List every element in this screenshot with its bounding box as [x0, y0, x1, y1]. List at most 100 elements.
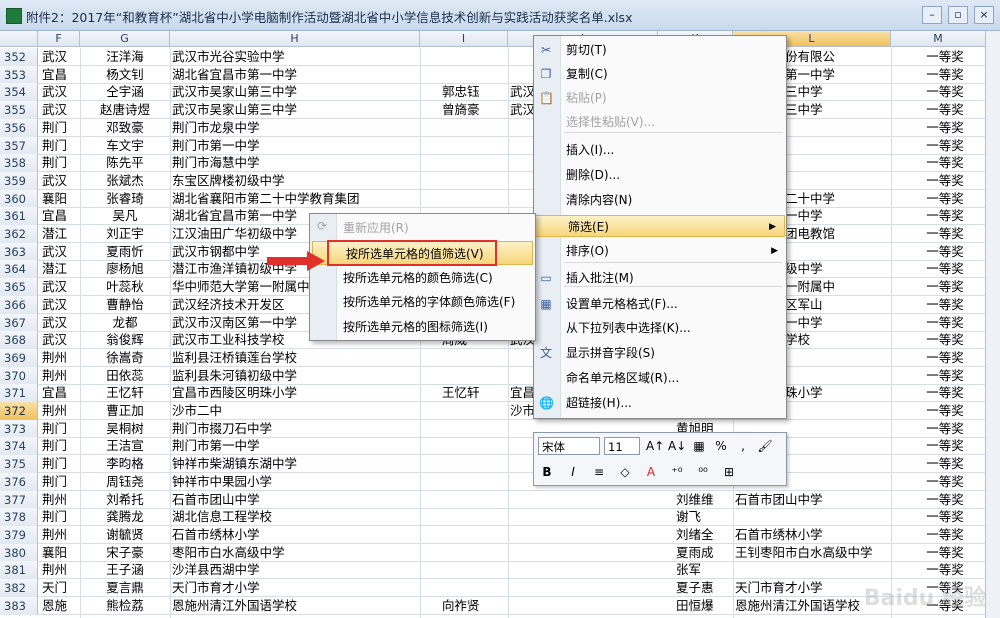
- row-header[interactable]: 369: [0, 348, 38, 367]
- cell-G[interactable]: 夏雨忻: [80, 243, 170, 261]
- cell-H[interactable]: 湖北省襄阳市第二十中学教育集团: [172, 190, 420, 208]
- row-header[interactable]: 355: [0, 101, 38, 120]
- column-header-F[interactable]: F: [38, 31, 80, 47]
- cell-G[interactable]: 宋子豪: [80, 544, 170, 562]
- cell-G[interactable]: 刘正宇: [80, 225, 170, 243]
- cell-J[interactable]: [510, 544, 658, 562]
- cell-H[interactable]: 武汉市吴家山第三中学: [172, 83, 420, 101]
- cell-K[interactable]: 田恒爆: [676, 597, 733, 615]
- cell-M[interactable]: 一等奖: [905, 491, 985, 509]
- cell-G[interactable]: 吴桐树: [80, 420, 170, 438]
- cell-H[interactable]: 监利县汪桥镇莲台学校: [172, 349, 420, 367]
- cell-F[interactable]: 武汉: [42, 296, 80, 314]
- mini-toolbar-button[interactable]: ≡: [590, 463, 608, 481]
- row-header[interactable]: 370: [0, 366, 38, 385]
- mini-toolbar-button[interactable]: A↑: [646, 437, 664, 455]
- cell-J[interactable]: [510, 579, 658, 597]
- cell-G[interactable]: 陈先平: [80, 154, 170, 172]
- row-header[interactable]: 375: [0, 455, 38, 474]
- filter-option-4[interactable]: 按所选单元格的图标筛选(I): [310, 315, 535, 339]
- cell-H[interactable]: 沙市二中: [172, 402, 420, 420]
- cell-I[interactable]: [442, 137, 508, 155]
- cell-M[interactable]: 一等奖: [905, 190, 985, 208]
- cell-M[interactable]: 一等奖: [905, 119, 985, 137]
- cell-I[interactable]: [442, 579, 508, 597]
- cell-K[interactable]: 张军: [676, 561, 733, 579]
- cell-M[interactable]: 一等奖: [905, 137, 985, 155]
- row-header[interactable]: 373: [0, 419, 38, 438]
- menu-item-14[interactable]: 🌐 超链接(H)...: [534, 392, 786, 414]
- cell-M[interactable]: 一等奖: [905, 455, 985, 473]
- cell-G[interactable]: 曹静怡: [80, 296, 170, 314]
- cell-M[interactable]: 一等奖: [905, 225, 985, 243]
- cell-G[interactable]: 周钰尧: [80, 473, 170, 491]
- cell-G[interactable]: 邓致豪: [80, 119, 170, 137]
- cell-F[interactable]: 武汉: [42, 172, 80, 190]
- mini-toolbar-button[interactable]: ⁰⁰: [694, 463, 712, 481]
- cell-H[interactable]: 荆门市龙泉中学: [172, 119, 420, 137]
- row-header[interactable]: 380: [0, 543, 38, 562]
- row-header[interactable]: 366: [0, 295, 38, 314]
- row-header[interactable]: 364: [0, 260, 38, 279]
- cell-I[interactable]: [442, 473, 508, 491]
- cell-I[interactable]: [442, 119, 508, 137]
- column-header-I[interactable]: I: [420, 31, 508, 47]
- cell-M[interactable]: 一等奖: [905, 296, 985, 314]
- cell-M[interactable]: 一等奖: [905, 420, 985, 438]
- cell-F[interactable]: 荆门: [42, 137, 80, 155]
- vertical-scrollbar[interactable]: [985, 31, 1000, 618]
- menu-item-6[interactable]: 清除内容(N): [534, 189, 786, 211]
- cell-F[interactable]: 武汉: [42, 48, 80, 66]
- mini-toolbar-button[interactable]: ▦: [690, 437, 708, 455]
- menu-item-0[interactable]: ✂ 剪切(T): [534, 39, 786, 61]
- cell-H[interactable]: 石首市绣林小学: [172, 526, 420, 544]
- menu-item-11[interactable]: 从下拉列表中选择(K)...: [534, 317, 786, 339]
- cell-I[interactable]: [442, 154, 508, 172]
- cell-I[interactable]: [442, 48, 508, 66]
- mini-toolbar-button[interactable]: I: [564, 463, 582, 481]
- menu-item-12[interactable]: 文显示拼音字段(S): [534, 342, 786, 364]
- cell-G[interactable]: 田依蕊: [80, 367, 170, 385]
- mini-toolbar-button[interactable]: ◇: [616, 463, 634, 481]
- cell-G[interactable]: 吴凡: [80, 207, 170, 225]
- row-header[interactable]: 363: [0, 242, 38, 261]
- restore-button[interactable]: ▫: [948, 6, 968, 24]
- cell-I[interactable]: [442, 190, 508, 208]
- cell-F[interactable]: 荆门: [42, 420, 80, 438]
- mini-toolbar-button[interactable]: ⊞: [720, 463, 738, 481]
- row-header[interactable]: 377: [0, 490, 38, 509]
- row-header[interactable]: 378: [0, 508, 38, 527]
- mini-toolbar-button[interactable]: A: [642, 463, 660, 481]
- cell-H[interactable]: 荆门市掇刀石中学: [172, 420, 420, 438]
- cell-L[interactable]: 石首市团山中学: [735, 491, 891, 509]
- column-header-H[interactable]: H: [170, 31, 420, 47]
- row-header[interactable]: 354: [0, 83, 38, 102]
- cell-F[interactable]: 武汉: [42, 243, 80, 261]
- cell-I[interactable]: [442, 561, 508, 579]
- cell-I[interactable]: [442, 402, 508, 420]
- cell-H[interactable]: 恩施州清江外国语学校: [172, 597, 420, 615]
- row-header[interactable]: 362: [0, 225, 38, 243]
- font-name-select[interactable]: 宋体: [538, 437, 600, 455]
- cell-F[interactable]: 武汉: [42, 101, 80, 119]
- cell-M[interactable]: 一等奖: [905, 66, 985, 84]
- filter-option-3[interactable]: 按所选单元格的字体颜色筛选(F): [310, 290, 535, 314]
- cell-F[interactable]: 荆州: [42, 402, 80, 420]
- row-header[interactable]: 383: [0, 596, 38, 615]
- cell-J[interactable]: [510, 508, 658, 526]
- cell-G[interactable]: 张斌杰: [80, 172, 170, 190]
- cell-I[interactable]: [442, 526, 508, 544]
- cell-I[interactable]: [442, 420, 508, 438]
- close-button[interactable]: ×: [974, 6, 994, 24]
- cell-F[interactable]: 荆门: [42, 455, 80, 473]
- cell-F[interactable]: 荆州: [42, 491, 80, 509]
- row-header[interactable]: 376: [0, 472, 38, 491]
- cell-M[interactable]: 一等奖: [905, 172, 985, 190]
- cell-H[interactable]: 天门市育才小学: [172, 579, 420, 597]
- cell-G[interactable]: 翁俊辉: [80, 331, 170, 349]
- cell-F[interactable]: 荆门: [42, 437, 80, 455]
- cell-I[interactable]: 王忆轩: [442, 384, 508, 402]
- cell-G[interactable]: 王子涵: [80, 561, 170, 579]
- select-all-corner[interactable]: [0, 31, 38, 47]
- cell-G[interactable]: 龙都: [80, 314, 170, 332]
